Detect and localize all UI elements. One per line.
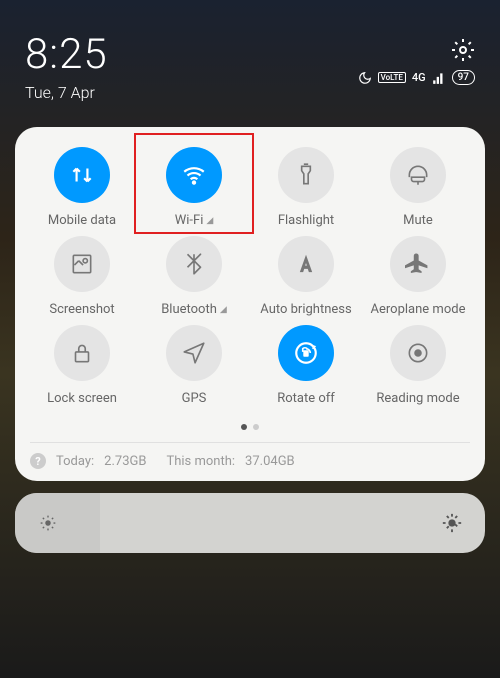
- brightness-slider[interactable]: [15, 493, 485, 553]
- tile-reading[interactable]: Reading mode: [366, 325, 470, 406]
- status-header: 8:25 Tue, 7 Apr VoLTE 4G 97: [0, 0, 500, 117]
- chevron-icon: ◢: [220, 305, 227, 315]
- network-badge: 4G: [412, 71, 426, 84]
- status-icons-row: VoLTE 4G 97: [358, 70, 475, 85]
- tile-mute[interactable]: Mute: [366, 147, 470, 228]
- page-dot-1: [241, 424, 247, 430]
- usage-today-value: 2.73GB: [104, 454, 146, 469]
- volte-badge: VoLTE: [378, 72, 406, 83]
- usage-month-label: This month:: [166, 454, 235, 469]
- mobile-data-icon: [54, 147, 110, 203]
- bluetooth-icon: [166, 236, 222, 292]
- usage-month-value: 37.04GB: [245, 454, 295, 469]
- clock-time: 8:25: [25, 30, 108, 79]
- tile-aeroplane[interactable]: Aeroplane mode: [366, 236, 470, 317]
- tiles-grid: Mobile data Wi-Fi◢ Flashlight Mute Screensho…: [30, 147, 470, 406]
- highlight-box: [134, 133, 254, 234]
- moon-icon: [358, 71, 372, 85]
- page-indicator: [30, 424, 470, 430]
- screenshot-icon: [54, 236, 110, 292]
- tile-label: Rotate off: [277, 391, 335, 406]
- tile-auto-brightness[interactable]: Auto brightness: [254, 236, 358, 317]
- mute-icon: [390, 147, 446, 203]
- tile-label: Reading mode: [376, 391, 459, 406]
- tile-screenshot[interactable]: Screenshot: [30, 236, 134, 317]
- page-dot-2: [253, 424, 259, 430]
- tile-label: Screenshot: [49, 302, 114, 317]
- reading-icon: [390, 325, 446, 381]
- tile-label: Bluetooth◢: [161, 302, 227, 317]
- battery-pill: 97: [452, 70, 475, 85]
- aeroplane-icon: [390, 236, 446, 292]
- tile-label: Lock screen: [47, 391, 117, 406]
- data-usage-row[interactable]: ? Today: 2.73GB This month: 37.04GB: [30, 442, 470, 469]
- tile-lock-screen[interactable]: Lock screen: [30, 325, 134, 406]
- signal-icon: [432, 71, 446, 85]
- rotate-icon: [278, 325, 334, 381]
- flashlight-icon: [278, 147, 334, 203]
- brightness-low-icon: [37, 512, 59, 534]
- help-icon: ?: [30, 453, 46, 469]
- tile-label: Auto brightness: [260, 302, 351, 317]
- tile-flashlight[interactable]: Flashlight: [254, 147, 358, 228]
- tile-label: GPS: [182, 391, 207, 406]
- brightness-high-icon: [441, 512, 463, 534]
- tile-bluetooth[interactable]: Bluetooth◢: [142, 236, 246, 317]
- usage-today-label: Today:: [56, 454, 94, 469]
- tile-label: Mobile data: [48, 213, 116, 228]
- auto-brightness-icon: [278, 236, 334, 292]
- tile-gps[interactable]: GPS: [142, 325, 246, 406]
- tile-mobile-data[interactable]: Mobile data: [30, 147, 134, 228]
- settings-gear-icon[interactable]: [451, 38, 475, 62]
- tile-label: Flashlight: [278, 213, 334, 228]
- tile-rotate[interactable]: Rotate off: [254, 325, 358, 406]
- quick-settings-panel: Mobile data Wi-Fi◢ Flashlight Mute Screensho…: [15, 127, 485, 481]
- lock-screen-icon: [54, 325, 110, 381]
- clock-date: Tue, 7 Apr: [25, 83, 108, 102]
- tile-label: Mute: [403, 213, 433, 228]
- tile-label: Aeroplane mode: [371, 302, 466, 317]
- tile-wifi[interactable]: Wi-Fi◢: [142, 147, 246, 228]
- gps-icon: [166, 325, 222, 381]
